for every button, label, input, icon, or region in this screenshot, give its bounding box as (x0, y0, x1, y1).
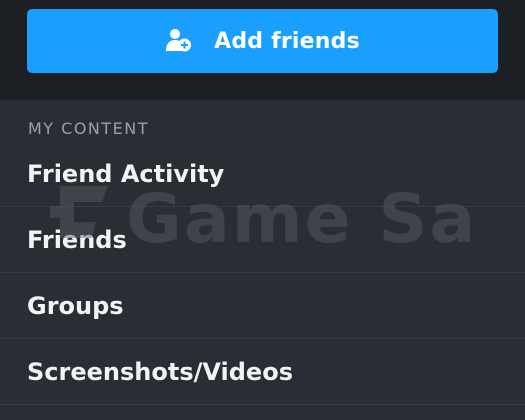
top-area: Add friends (0, 0, 525, 100)
menu-item-label: Screenshots/Videos (27, 357, 293, 386)
menu-item-friends[interactable]: Friends (0, 207, 525, 273)
menu-item-groups[interactable]: Groups (0, 273, 525, 339)
menu-item-label: Friends (27, 225, 127, 254)
section-header-my-content: MY CONTENT (28, 119, 150, 138)
add-friends-label: Add friends (214, 28, 360, 54)
my-content-menu: MY CONTENT Friend Activity Friends Group… (0, 100, 525, 420)
add-friends-button[interactable]: Add friends (27, 9, 498, 73)
menu-item-label: Friend Activity (27, 159, 225, 188)
add-friend-icon (165, 27, 193, 55)
menu-item-label: Groups (27, 291, 124, 320)
menu-item-friend-activity[interactable]: Friend Activity (0, 141, 525, 207)
menu-item-screenshots-videos[interactable]: Screenshots/Videos (0, 339, 525, 405)
